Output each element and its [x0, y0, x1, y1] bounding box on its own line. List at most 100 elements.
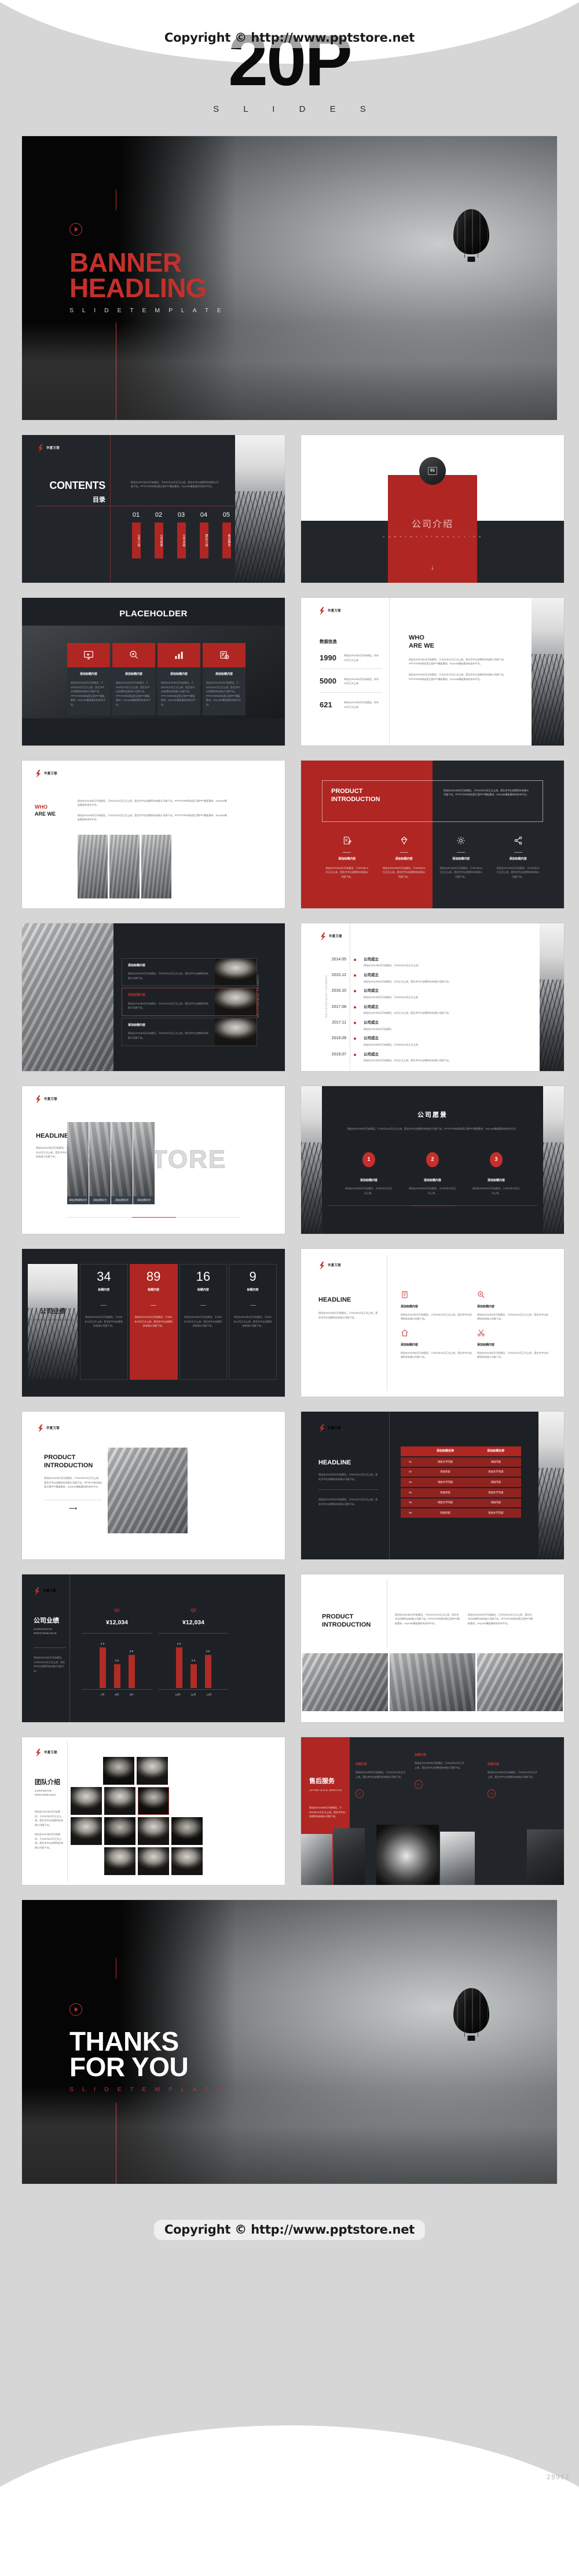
- contents-label-4: 团队介绍: [199, 522, 208, 559]
- lightning-bolt-icon: [318, 607, 326, 615]
- brand-logo-text: 华夏万联: [46, 1426, 60, 1430]
- icon-feature-4[interactable]: 添加标题内容 网站在2011年8月开始建设，于2011年12月正式上线，是北京中…: [477, 1329, 550, 1360]
- banner-subtitle: S L I D E T E M P L A T E: [69, 307, 225, 315]
- kpi-value-3: 16: [196, 1269, 211, 1284]
- stat-desc-3: 网站在2011年8月开始建设，同年12月正式上线: [344, 701, 379, 708]
- table-row[interactable]: 05 添加文字内容 添加内容: [401, 1498, 521, 1508]
- slide-section-company-intro[interactable]: 01 公司介绍 C O M P A N Y I N T R O D U C T …: [301, 434, 564, 583]
- slide-placeholder-cards[interactable]: PLACEHOLDER 添加标题内容 网站在2011年8月开始建设，于2011年…: [22, 597, 285, 746]
- timeline-title-4: 公司成立: [364, 1004, 379, 1009]
- timeline-event-4[interactable]: 2017.08 公司成立 网站在2011年8月开始建设，12月正式上线，是北京中…: [321, 1004, 533, 1015]
- table-row[interactable]: 02 添加内容 添加文字内容: [401, 1467, 521, 1477]
- after-sale-point-desc-2: 网站在2011年8月开始建设，于2011年12月正式上线，是北京中幻创想科技有限…: [415, 1762, 464, 1769]
- after-sale-title-en: AFTER-SALE SERVICE: [309, 1789, 342, 1792]
- slide-timeline[interactable]: COMPANY INTRODUCTION 华夏万联 2014.05 公司成立 网…: [301, 923, 564, 1071]
- slide-corporate-performance-kpi[interactable]: 公司业绩 CORPORATE PERFORMANCE 34 标题内容 网站在20…: [22, 1248, 285, 1397]
- slide-product-introduction-split[interactable]: PRODUCT INTRODUCTION 网站在2011年8月开始建设，于201…: [301, 760, 564, 908]
- card-desc-2: 网站在2011年8月开始建设，于2011年12月正式上线，是北京中幻创想科技有限…: [116, 681, 151, 707]
- placeholder-card-2[interactable]: 添加标题内容 网站在2011年8月开始建设，于2011年12月正式上线，是北京中…: [112, 642, 155, 715]
- slide-banner-headline[interactable]: BANNER HEADLING S L I D E T E M P L A T …: [22, 136, 557, 420]
- vision-step-3[interactable]: 3 添加标题内容 网站在2011年8月开始建设，于2011年12月正式上线。: [464, 1152, 528, 1196]
- slide-company-vision[interactable]: 公司愿景 网站在2011年8月开始建设，于2011年12月正式上线，是北京中幻创…: [301, 1086, 564, 1234]
- icon-feature-3[interactable]: 添加标题内容 网站在2011年8月开始建设，于2011年12月正式上线，是北京中…: [401, 1329, 474, 1360]
- timeline-event-2[interactable]: 2015.12 公司成立 网站在2011年8月开始建设，12月正式上线，是北京中…: [321, 973, 533, 984]
- after-sale-point-3[interactable]: 标题内容 网站在2011年8月开始建设，于2011年12月正式上线，是北京中幻创…: [488, 1763, 537, 1799]
- slide-thanks-for-you[interactable]: THANKS FOR YOU S L I D E T E M P L A T E: [22, 1899, 557, 2184]
- vision-step-2[interactable]: 2 添加标题内容 网站在2011年8月开始建设，于2011年12月正式上线。: [401, 1152, 464, 1196]
- slide-product-introduction-three-photos[interactable]: PRODUCT INTRODUCTION 网站在2011年8月开始建设，于201…: [301, 1574, 564, 1722]
- hot-air-balloon-graphic: [453, 209, 489, 254]
- slide-corporate-performance-chart[interactable]: 华夏万联 公司业绩 CORPORATE PERFORMANCE 网站在2011年…: [22, 1574, 285, 1722]
- product-feature-3[interactable]: 添加标题内容 网站在2011年8月开始建设，于2011年12月正式上线，是北京中…: [433, 836, 490, 879]
- copyright-banner-top: Copyright © http://www.pptstore.net: [153, 28, 426, 48]
- arrow-right-icon[interactable]: ⟶: [44, 1504, 102, 1513]
- placeholder-card-1[interactable]: 添加标题内容 网站在2011年8月开始建设，于2011年12月正式上线，是北京中…: [67, 642, 110, 715]
- headline-data-table[interactable]: 添加标题名称 添加标题名称 01 添加文字内容 添加内容 02 添加内容 添加文…: [401, 1445, 521, 1519]
- contents-item-3[interactable]: 03 公司业绩: [175, 510, 188, 559]
- section-badge-number: 01: [428, 466, 437, 476]
- row-2: PLACEHOLDER 添加标题内容 网站在2011年8月开始建设，于2011年…: [22, 597, 564, 746]
- kpi-item-1[interactable]: 34 标题内容 网站在2011年8月开始建设，于2011年12月正式上线，是北京…: [80, 1263, 128, 1380]
- timeline-event-6[interactable]: 2018.09 公司成立 网站在2011年8月开始建设，于2011年12月正式上…: [321, 1036, 533, 1047]
- slide-who-are-we-stats[interactable]: 华夏万联 数据信息 1990 网站在2011年8月开始建设，同年12月正式上线 …: [301, 597, 564, 746]
- product-feature-4[interactable]: 添加标题内容 网站在2011年8月开始建设，于2011年12月正式上线，是北京中…: [490, 836, 547, 879]
- slide-contents[interactable]: 华夏万联 CONTENTS 目录 网站在2011年8月开始建设，于2011年12…: [22, 434, 285, 583]
- thanks-title-line2: FOR YOU: [69, 2051, 189, 2082]
- kpi-item-4[interactable]: 9 标题内容 网站在2011年8月开始建设，于2011年12月正式上线，是北京中…: [229, 1263, 277, 1380]
- timeline-date-6: 2018.09: [331, 1036, 346, 1041]
- chart-xtick-q1-2: 9月: [129, 1693, 134, 1696]
- slide-headline-table[interactable]: 华夏万联 HEADLINE 网站在2011年8月开始建设，于2011年12月正式…: [301, 1411, 564, 1559]
- timeline-event-7[interactable]: 2019.07 公司成立 网站在2011年8月开始建设，12月正式上线，是北京中…: [321, 1052, 533, 1063]
- timeline-title-3: 公司成立: [364, 989, 379, 993]
- placeholder-card-4[interactable]: 添加标题内容 网站在2011年8月开始建设，于2011年12月正式上线，是北京中…: [203, 642, 245, 715]
- vision-step-1[interactable]: 1 添加标题内容 网站在2011年8月开始建设，于2011年12月正式上线。: [337, 1152, 401, 1196]
- product-feature-title-2: 添加标题内容: [395, 857, 413, 861]
- brand-logo: 华夏万联: [37, 444, 60, 452]
- photo-list-row-2[interactable]: 添加标题内容 网站在2011年8月开始建设，于2011年12月正式上线，是北京中…: [122, 988, 257, 1016]
- icon-feature-2[interactable]: 添加标题内容 网站在2011年8月开始建设，于2011年12月正式上线，是北京中…: [477, 1291, 550, 1321]
- timeline-event-5[interactable]: 2017.11 公司成立 网站在2011年8月开始建设: [321, 1020, 533, 1031]
- product-feature-1[interactable]: 添加标题内容 网站在2011年8月开始建设，于2011年12月正式上线，是北京中…: [318, 836, 376, 879]
- after-sale-point-1[interactable]: 标题内容 网站在2011年8月开始建设，于2011年12月正式上线，是北京中幻创…: [356, 1763, 405, 1799]
- timeline-event-1[interactable]: 2014.05 公司成立 网站在2011年8月开始建设，于2011年12月正式上…: [321, 957, 533, 968]
- slide-photo-list[interactable]: COMPANY INTRODUCTION 添加标题内容 网站在2011年8月开始…: [22, 923, 285, 1071]
- chart-xtick-q1-1: 8月: [115, 1693, 119, 1696]
- slide-after-sale-service[interactable]: 售后服务 AFTER-SALE SERVICE 网站在2011年8月开始建设，于…: [301, 1737, 564, 1885]
- kpi-item-3[interactable]: 16 标题内容 网站在2011年8月开始建设，于2011年12月正式上线，是北京…: [179, 1263, 228, 1380]
- kpi-item-2[interactable]: 89 标题内容 网站在2011年8月开始建设，于2011年12月正式上线，是北京…: [129, 1263, 178, 1380]
- icon-feature-1[interactable]: 添加标题内容 网站在2011年8月开始建设，于2011年12月正式上线，是北京中…: [401, 1291, 474, 1321]
- timeline-title-1: 公司成立: [364, 957, 379, 962]
- after-sale-point-2[interactable]: 标题内容 网站在2011年8月开始建设，于2011年12月正式上线，是北京中幻创…: [415, 1753, 464, 1789]
- product-feature-desc-3: 网站在2011年8月开始建设，于2011年12月正式上线，是北京中幻创想科技有限…: [439, 866, 483, 878]
- table-row[interactable]: 01 添加文字内容 添加内容: [401, 1457, 521, 1467]
- photo-list-row-1[interactable]: 添加标题内容 网站在2011年8月开始建设，于2011年12月正式上线，是北京中…: [122, 958, 257, 986]
- slide-product-introduction-photo[interactable]: 华夏万联 PRODUCT INTRODUCTION 网站在2011年8月开始建设…: [22, 1411, 285, 1559]
- placeholder-card-3[interactable]: 添加标题内容 网站在2011年8月开始建设，于2011年12月正式上线，是北京中…: [157, 642, 200, 715]
- product-feature-2[interactable]: 添加标题内容 网站在2011年8月开始建设，于2011年12月正式上线，是北京中…: [376, 836, 433, 879]
- table-row[interactable]: 04 添加内容 添加文字内容: [401, 1488, 521, 1497]
- contents-item-5[interactable]: 05 售后服务: [220, 510, 233, 559]
- slide-team-introduction[interactable]: 华夏万联 团队介绍 CORPORATE PERFORMANCE 网站在2011年…: [22, 1737, 285, 1885]
- contents-number-3: 03: [177, 511, 185, 518]
- slide-who-are-we-city[interactable]: 华夏万联 WHO ARE WE 网站在2011年8月开始建设，于2011年12月…: [22, 760, 285, 908]
- slide-headline-four-icons[interactable]: 华夏万联 HEADLINE 网站在2011年8月开始建设，于2011年12月正式…: [301, 1248, 564, 1397]
- timeline-event-3[interactable]: 2016.10 公司成立 网站在2011年8月开始建设，于2011年12月正式上…: [321, 988, 533, 999]
- three-photo-desc-2: 网站在2011年8月开始建设，于2011年12月正式上线，是北京中幻创想科技有限…: [468, 1613, 533, 1625]
- photo-list-row-3[interactable]: 添加标题内容 网站在2011年8月开始建设，于2011年12月正式上线，是北京中…: [122, 1017, 257, 1046]
- who-paragraph-1: 网站在2011年8月开始建设，于2011年12月正式上线，是北京中幻创想科技有限…: [409, 657, 506, 666]
- who-city-heading-line1: WHO: [35, 803, 47, 810]
- contents-item-4[interactable]: 04 团队介绍: [197, 510, 210, 559]
- table-cell-r6c2: 添加文字内容: [470, 1508, 521, 1518]
- edit-note-icon: [344, 836, 352, 845]
- product-feature-title-1: 添加标题内容: [338, 857, 356, 861]
- vision-step-title-3: 添加标题内容: [487, 1178, 505, 1182]
- contents-item-1[interactable]: 01 公司介绍: [130, 510, 142, 559]
- after-sale-point-number-3: 03: [488, 1789, 496, 1799]
- table-row[interactable]: 06 添加内容 添加文字内容: [401, 1508, 521, 1518]
- chart-title-cn: 公司业绩: [34, 1617, 59, 1624]
- lightning-bolt-icon: [318, 1424, 326, 1433]
- table-row[interactable]: 03 添加文字内容 添加内容: [401, 1478, 521, 1488]
- icon-feature-title-1: 添加标题内容: [401, 1305, 419, 1309]
- slide-headline-gallery[interactable]: 华夏万联 HEADLINE 网站在2011年8月开始建设，于2011年12月正式…: [22, 1086, 285, 1234]
- contents-item-2[interactable]: 02 公司愿景: [152, 510, 165, 559]
